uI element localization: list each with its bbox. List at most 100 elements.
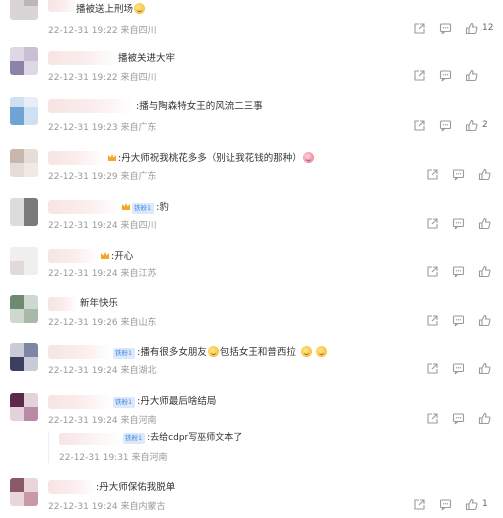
comment-meta: 22-12-31 19:26 来自山东: [48, 315, 157, 328]
crown-icon: [101, 252, 109, 259]
avatar[interactable]: [10, 295, 38, 323]
avatar[interactable]: [10, 393, 38, 421]
comment-actions: [426, 217, 495, 231]
comment-date: 22-12-31 19:24: [48, 416, 118, 426]
comment-text: :丹大师保佑我脱单: [96, 481, 175, 494]
like-icon[interactable]: [465, 119, 478, 132]
avatar[interactable]: [10, 149, 38, 177]
comment-text-value: :播有很多女朋友: [137, 347, 207, 358]
reply-date: 22-12-31 19:31: [59, 453, 129, 463]
like-count: 2: [482, 120, 488, 130]
comment-source: 来自江苏: [120, 269, 157, 279]
comment-actions: [426, 412, 495, 426]
comment-actions: [426, 168, 495, 182]
comment-meta: 22-12-31 19:24 来自江苏: [48, 266, 157, 279]
comment-text-value-2: 包括女王和普西拉: [219, 347, 296, 358]
share-icon[interactable]: [413, 69, 426, 82]
user-name[interactable]: [48, 480, 96, 494]
comment-text-value: :丹大师祝我桃花多多（别让我花钱的那种）: [118, 153, 302, 164]
avatar[interactable]: [10, 198, 38, 226]
comment-source: 来自山东: [120, 318, 157, 328]
reply-user-name[interactable]: [59, 433, 121, 445]
avatar[interactable]: [10, 247, 38, 275]
share-icon[interactable]: [413, 22, 426, 35]
avatar[interactable]: [10, 0, 38, 20]
comment-text: :丹大师祝我桃花多多（别让我花钱的那种）: [107, 152, 315, 165]
comment-icon[interactable]: [452, 362, 465, 375]
like-icon[interactable]: [478, 362, 491, 375]
reply-text-value: :去给cdpr写巫师文本了: [147, 433, 243, 443]
comment-date: 22-12-31 19:22: [48, 73, 118, 83]
comment-source: 来自河南: [120, 416, 157, 426]
comment-icon[interactable]: [439, 119, 452, 132]
comment-date: 22-12-31 19:29: [48, 172, 118, 182]
like-icon[interactable]: [478, 168, 491, 181]
fan-badge[interactable]: 铁粉1: [123, 433, 146, 444]
like-icon[interactable]: [478, 314, 491, 327]
avatar[interactable]: [10, 343, 38, 371]
comment-icon[interactable]: [452, 412, 465, 425]
comment-icon[interactable]: [452, 265, 465, 278]
reply-thread: 铁粉1:去给cdpr写巫师文本了 22-12-31 19:31 来自河南: [48, 431, 488, 463]
fan-badge[interactable]: 铁粉1: [132, 203, 155, 214]
comment-text: 铁粉1:豹: [121, 201, 169, 214]
share-icon[interactable]: [426, 412, 439, 425]
like-icon[interactable]: [465, 22, 478, 35]
share-icon[interactable]: [426, 168, 439, 181]
comment-meta: 22-12-31 19:24 来自四川: [48, 218, 157, 231]
like-icon[interactable]: [478, 412, 491, 425]
comment-icon[interactable]: [452, 168, 465, 181]
fan-badge[interactable]: 铁粉1: [113, 397, 136, 408]
comment-text: 新年快乐: [80, 297, 118, 310]
user-name[interactable]: [48, 51, 118, 65]
comment-icon[interactable]: [439, 498, 452, 511]
comment-icon[interactable]: [439, 22, 452, 35]
like-count: 1: [482, 499, 488, 509]
user-name[interactable]: [48, 345, 112, 359]
comment-date: 22-12-31 19:24: [48, 366, 118, 376]
comment-text: 铁粉1:播有很多女朋友 包括女王和普西拉: [113, 346, 328, 359]
comment-actions: [413, 69, 495, 83]
like-icon[interactable]: [465, 498, 478, 511]
like-icon[interactable]: [478, 265, 491, 278]
avatar[interactable]: [10, 478, 38, 506]
user-name[interactable]: [48, 99, 134, 113]
comment-text: 播被送上刑场: [76, 3, 146, 16]
comment-meta: 22-12-31 19:22 来自四川: [48, 23, 157, 36]
user-name[interactable]: [48, 395, 112, 409]
comment-source: 来自内蒙古: [120, 502, 166, 512]
share-icon[interactable]: [413, 119, 426, 132]
user-name[interactable]: [48, 297, 78, 311]
comment-icon[interactable]: [452, 217, 465, 230]
avatar[interactable]: [10, 47, 38, 75]
share-icon[interactable]: [426, 362, 439, 375]
avatar[interactable]: [10, 97, 38, 125]
comment-text: :播与陶森特女王的风流二三事: [136, 100, 263, 113]
user-name[interactable]: [48, 249, 98, 263]
like-icon[interactable]: [465, 69, 478, 82]
emoji-icon: [302, 152, 314, 163]
comment-date: 22-12-31 19:22: [48, 26, 118, 36]
reply-text: 铁粉1:去给cdpr写巫师文本了: [123, 432, 242, 445]
comment-date: 22-12-31 19:24: [48, 221, 118, 231]
comment-icon[interactable]: [439, 69, 452, 82]
share-icon[interactable]: [426, 217, 439, 230]
fan-badge[interactable]: 铁粉1: [113, 348, 136, 359]
comment-actions: [426, 314, 495, 328]
comment-text: 铁粉1:丹大师最后啥结局: [113, 395, 216, 408]
comment-source: 来自广东: [120, 123, 157, 133]
share-icon[interactable]: [426, 314, 439, 327]
comment-actions: [426, 362, 495, 376]
comment-actions: 1: [413, 498, 495, 512]
user-name[interactable]: [48, 200, 120, 214]
comment-icon[interactable]: [452, 314, 465, 327]
like-icon[interactable]: [478, 217, 491, 230]
comment-date: 22-12-31 19:24: [48, 269, 118, 279]
comment-meta: 22-12-31 19:24 来自湖北: [48, 363, 157, 376]
user-name[interactable]: [48, 151, 104, 165]
comment-text-value: 播被关进大牢: [118, 53, 176, 64]
comment-meta: 22-12-31 19:22 来自四川: [48, 70, 157, 83]
share-icon[interactable]: [413, 498, 426, 511]
share-icon[interactable]: [426, 265, 439, 278]
user-name[interactable]: [48, 0, 78, 12]
